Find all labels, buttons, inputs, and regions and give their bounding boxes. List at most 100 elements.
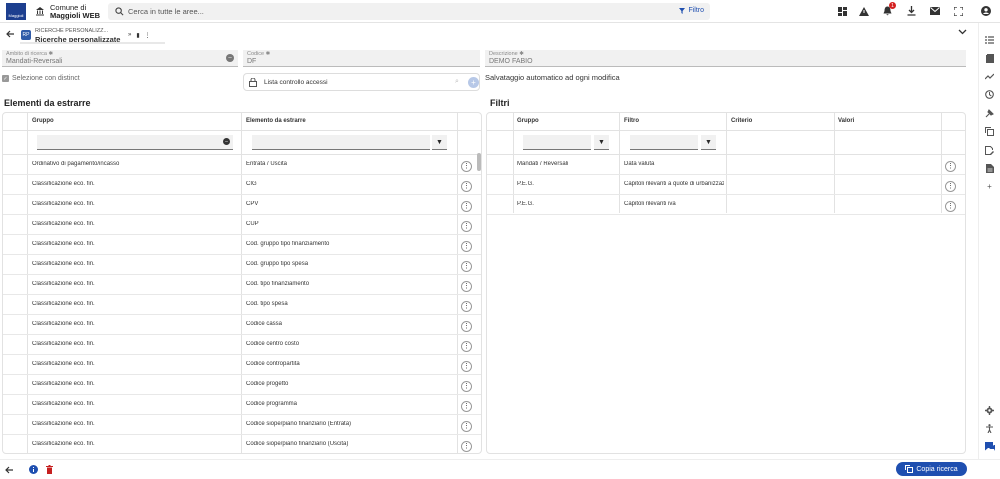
mail-icon[interactable]: [929, 5, 941, 17]
filter-icon[interactable]: ▼: [594, 135, 609, 150]
column-header-elemento[interactable]: Elemento da estrarre: [246, 118, 306, 124]
breadcrumb-parent[interactable]: RICERCHE PERSONALIZZ...: [35, 28, 108, 34]
dashboard-icon[interactable]: [836, 5, 848, 17]
download-icon[interactable]: [905, 5, 917, 17]
column-header-filtro[interactable]: Filtro: [624, 118, 639, 124]
copy-icon[interactable]: [984, 126, 995, 137]
history-icon[interactable]: [984, 89, 995, 100]
filtro-filter-input[interactable]: [630, 135, 698, 150]
global-search[interactable]: Cerca in tutte le aree... Filtro: [108, 3, 710, 20]
cell-gruppo: Classificazione eco. fin.: [32, 441, 95, 447]
column-header-gruppo[interactable]: Gruppo: [32, 118, 54, 124]
row-menu-icon[interactable]: ⋮: [461, 301, 472, 312]
row-menu-icon[interactable]: ⋮: [461, 241, 472, 252]
filter-button[interactable]: Filtro: [679, 7, 704, 14]
table-row[interactable]: P.E.G. Capitoli rilevanti iva ⋮: [487, 195, 965, 215]
ambito-select[interactable]: Ambito di ricerca ✱ Mandati-Reversali –: [2, 50, 238, 67]
table-row[interactable]: P.E.G. Capitoli rilevanti a quote di urba…: [487, 175, 965, 195]
chat-icon[interactable]: [984, 441, 995, 452]
table-row[interactable]: Classificazione eco. fin. Codice progetto…: [3, 375, 481, 395]
codice-field[interactable]: Codice ✱ DF: [243, 50, 480, 67]
row-menu-icon[interactable]: ⋮: [461, 341, 472, 352]
column-header-criterio[interactable]: Criterio: [731, 118, 752, 124]
user-account-icon[interactable]: [980, 5, 992, 17]
back-arrow-icon[interactable]: [5, 466, 14, 474]
fullscreen-icon[interactable]: [952, 5, 964, 17]
search-icon[interactable]: ⌕: [455, 78, 459, 86]
chevron-down-icon[interactable]: [958, 29, 967, 35]
table-row[interactable]: Classificazione eco. fin. Cod. tipo spesa…: [3, 295, 481, 315]
search-input[interactable]: Cerca in tutte le aree...: [128, 7, 204, 16]
clear-icon[interactable]: –: [223, 138, 230, 145]
table-row[interactable]: Ordinativo di pagamento/incasso Entrata /…: [3, 155, 481, 175]
row-menu-icon[interactable]: ⋮: [945, 161, 956, 172]
row-menu-icon[interactable]: ⋮: [461, 321, 472, 332]
column-header-gruppo[interactable]: Gruppo: [517, 118, 539, 124]
row-menu-icon[interactable]: ⋮: [461, 401, 472, 412]
add-icon[interactable]: +: [984, 181, 995, 192]
filter-icon[interactable]: ▼: [432, 135, 447, 150]
table-row[interactable]: Classificazione eco. fin. Codice cassa ⋮: [3, 315, 481, 335]
row-menu-icon[interactable]: ⋮: [461, 221, 472, 232]
row-menu-icon[interactable]: ⋮: [461, 281, 472, 292]
row-menu-icon[interactable]: ⋮: [461, 181, 472, 192]
filter-icon[interactable]: ▼: [701, 135, 716, 150]
cell-elemento: Entrata / Uscita: [246, 161, 288, 167]
info-icon[interactable]: [29, 465, 38, 474]
notifications-icon[interactable]: 1: [881, 2, 896, 17]
add-button[interactable]: +: [468, 77, 479, 88]
row-menu-icon[interactable]: ⋮: [461, 421, 472, 432]
scrollbar-thumb[interactable]: [477, 153, 481, 171]
document-icon[interactable]: [984, 163, 995, 174]
table-row[interactable]: Classificazione eco. fin. Cod. gruppo tip…: [3, 255, 481, 275]
trend-icon[interactable]: [984, 71, 995, 82]
row-menu-icon[interactable]: ⋮: [461, 261, 472, 272]
row-menu-icon[interactable]: ⋮: [461, 381, 472, 392]
table-row[interactable]: Classificazione eco. fin. Cod. tipo finan…: [3, 275, 481, 295]
checkbox-checked-icon[interactable]: ✓: [2, 75, 9, 82]
table-row[interactable]: Classificazione eco. fin. CPV ⋮: [3, 195, 481, 215]
table-row[interactable]: Classificazione eco. fin. Codice contropa…: [3, 355, 481, 375]
row-menu-icon[interactable]: ⋮: [461, 161, 472, 172]
table-row[interactable]: Classificazione eco. fin. Codice siope/pi…: [3, 415, 481, 435]
list-icon[interactable]: [984, 34, 995, 45]
municipality-icon: [36, 7, 44, 16]
table-row[interactable]: Classificazione eco. fin. CIG ⋮: [3, 175, 481, 195]
settings-gear-icon[interactable]: [984, 405, 995, 416]
maggioli-logo[interactable]: Maggioli: [6, 3, 26, 20]
tab-underline: [20, 42, 165, 44]
column-header-valori[interactable]: Valori: [838, 118, 854, 124]
accessibility-icon[interactable]: [984, 423, 995, 434]
table-row[interactable]: Classificazione eco. fin. CUP ⋮: [3, 215, 481, 235]
table-row[interactable]: Mandati / Reversali Data valuta ⋮: [487, 155, 965, 175]
distinct-checkbox[interactable]: ✓ Selezione con distinct: [2, 75, 80, 82]
clear-icon[interactable]: –: [226, 54, 234, 62]
table-row[interactable]: Classificazione eco. fin. Cod. gruppo tip…: [3, 235, 481, 255]
edit-document-icon[interactable]: [984, 145, 995, 156]
pin-icon[interactable]: [984, 108, 995, 119]
back-arrow-icon[interactable]: [6, 30, 15, 38]
row-menu-icon[interactable]: ⋮: [461, 201, 472, 212]
double-chevron-icon[interactable]: »: [128, 32, 131, 39]
warning-icon[interactable]: [858, 5, 870, 17]
row-menu-icon[interactable]: ⋮: [945, 181, 956, 192]
row-menu-icon[interactable]: ⋮: [461, 441, 472, 452]
row-menu-icon[interactable]: ⋮: [461, 361, 472, 372]
filter-icon: [679, 7, 686, 14]
delete-icon[interactable]: [46, 465, 53, 474]
access-list-field[interactable]: Lista controllo accessi ⌕ +: [243, 73, 480, 91]
autosave-notice: Salvataggio automatico ad ogni modifica: [485, 73, 620, 82]
copy-search-button[interactable]: Copia ricerca: [896, 462, 967, 476]
row-menu-icon[interactable]: ⋮: [945, 201, 956, 212]
book-icon[interactable]: [984, 53, 995, 64]
bookmark-icon[interactable]: ▮: [136, 32, 139, 39]
more-vert-icon[interactable]: ⋮: [145, 32, 151, 39]
gruppo-filter-input[interactable]: [523, 135, 591, 150]
table-row[interactable]: Classificazione eco. fin. Codice siope/pi…: [3, 435, 481, 453]
table-row[interactable]: Classificazione eco. fin. Codice centro c…: [3, 335, 481, 355]
elemento-filter-input[interactable]: [252, 135, 430, 150]
cell-filtro: Data valuta: [624, 161, 655, 167]
descrizione-field[interactable]: Descrizione ✱ DEMO FABIO: [485, 50, 966, 67]
gruppo-filter-input[interactable]: –: [37, 135, 233, 150]
table-row[interactable]: Classificazione eco. fin. Codice programm…: [3, 395, 481, 415]
